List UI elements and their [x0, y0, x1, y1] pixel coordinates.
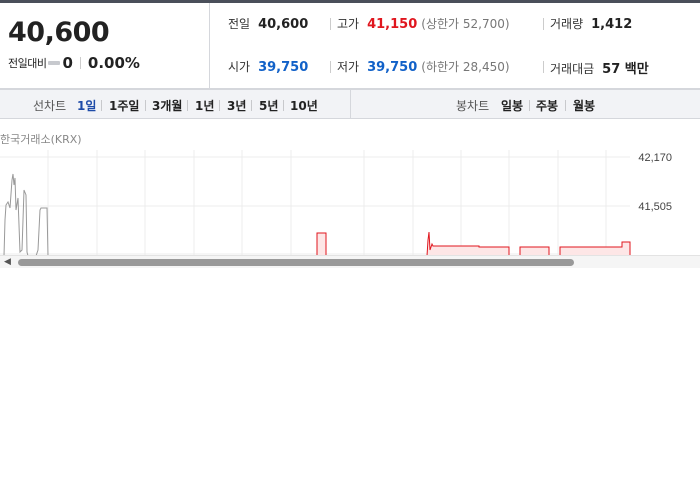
- chart-scrollbar[interactable]: ◀: [0, 255, 700, 268]
- low-value: 39,750: [367, 60, 418, 75]
- scroll-thumb[interactable]: [18, 259, 574, 266]
- divider: [330, 18, 331, 30]
- low-label: 저가: [337, 60, 360, 74]
- tab-1-day[interactable]: 1일: [77, 97, 96, 114]
- tab-monthly-candle[interactable]: 월봉: [573, 97, 595, 114]
- chart-tabs: 선차트 1일 1주일 3개월 1년 3년 5년 10년 봉차트 일봉 주봉 월봉: [0, 89, 700, 119]
- tab-1-week[interactable]: 1주일: [109, 97, 139, 114]
- price-chart: 42,170 41,505: [0, 150, 700, 256]
- open-cell: 시가 39,750: [228, 58, 308, 75]
- divider: [187, 100, 188, 111]
- tab-weekly-candle[interactable]: 주봉: [536, 97, 558, 114]
- line-chart-label: 선차트: [33, 99, 67, 113]
- prev-close-cell: 전일 40,600: [228, 15, 308, 32]
- tab-3-months[interactable]: 3개월: [152, 97, 182, 114]
- candle-chart-label: 봉차트: [456, 99, 490, 113]
- turnover-cell: 거래대금 57 백만: [550, 58, 649, 77]
- divider: [529, 100, 530, 111]
- high-label: 고가: [337, 17, 360, 31]
- lower-limit: (하한가 28,450): [421, 60, 510, 74]
- divider: [101, 100, 102, 111]
- flat-change-icon: [48, 61, 61, 65]
- volume-label: 거래량: [550, 17, 584, 31]
- divider: [251, 100, 252, 111]
- low-cell: 저가 39,750 (하한가 28,450): [337, 58, 510, 75]
- chart-grid: [0, 150, 630, 256]
- y-tick-label: 42,170: [638, 152, 672, 164]
- volume-cell: 거래량 1,412: [550, 15, 632, 32]
- divider: [543, 61, 544, 73]
- tab-3-years[interactable]: 3년: [227, 97, 246, 114]
- open-label: 시가: [228, 60, 251, 74]
- divider: [283, 100, 284, 111]
- high-value: 41,150: [367, 17, 418, 32]
- left-arrow-icon[interactable]: ◀: [4, 257, 11, 267]
- open-value: 39,750: [258, 60, 309, 75]
- quote-summary: 40,600 전일대비 0 0.00% 전일 40,600 고가 41,150 …: [0, 3, 700, 89]
- change-percent: 0.00%: [87, 54, 140, 72]
- divider: [79, 57, 81, 69]
- price-change: 전일대비 0 0.00%: [8, 54, 140, 72]
- high-cell: 고가 41,150 (상한가 52,700): [337, 15, 510, 32]
- turnover-value: 57 백만: [602, 62, 649, 77]
- change-label: 전일대비: [8, 57, 47, 70]
- chart-svg: 42,170 41,505: [0, 150, 672, 256]
- price-line-gray: [3, 173, 49, 256]
- y-tick-label: 41,505: [638, 201, 672, 213]
- volume-value: 1,412: [591, 17, 633, 32]
- tab-10-years[interactable]: 10년: [290, 97, 318, 114]
- turnover-label: 거래대금: [550, 62, 595, 76]
- divider: [565, 100, 566, 111]
- tab-1-year[interactable]: 1년: [195, 97, 214, 114]
- prev-close-value: 40,600: [258, 17, 309, 32]
- divider: [219, 100, 220, 111]
- prev-close-label: 전일: [228, 17, 251, 31]
- data-source: 한국거래소(KRX): [0, 133, 82, 146]
- current-price: 40,600: [8, 17, 110, 48]
- current-price-panel: 40,600 전일대비 0 0.00%: [0, 3, 210, 88]
- tab-5-years[interactable]: 5년: [259, 97, 278, 114]
- tab-daily-candle[interactable]: 일봉: [501, 97, 523, 114]
- divider: [330, 61, 331, 73]
- upper-limit: (상한가 52,700): [421, 17, 510, 31]
- divider: [145, 100, 146, 111]
- change-value: 0: [62, 54, 73, 72]
- divider: [543, 18, 544, 30]
- tab-group-divider: [350, 90, 351, 119]
